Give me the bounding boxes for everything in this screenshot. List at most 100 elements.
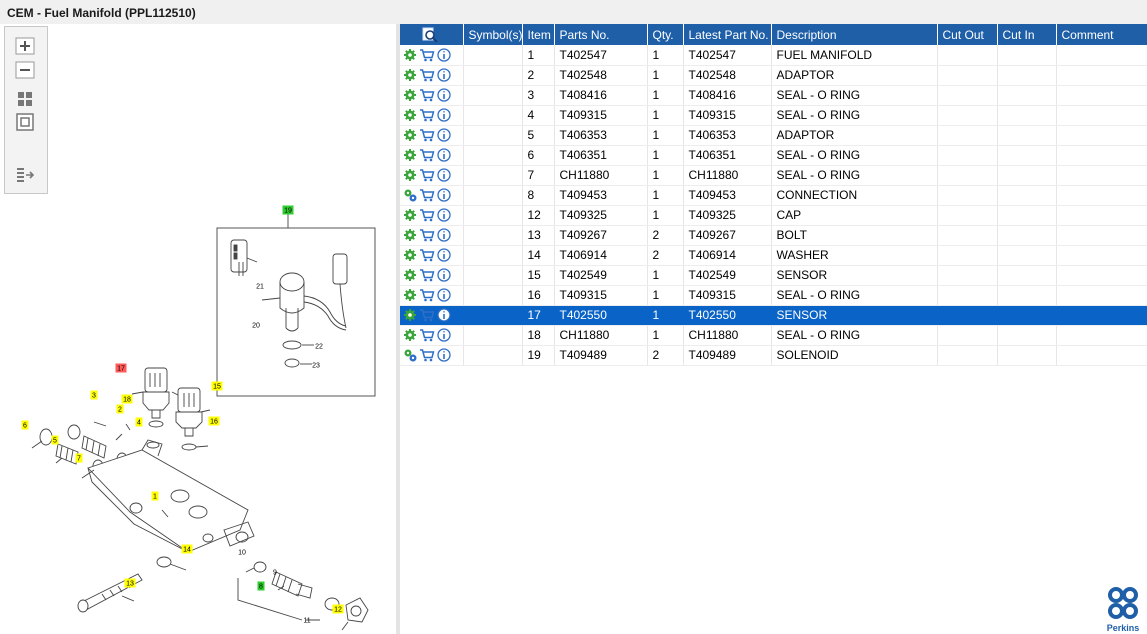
gear-icon[interactable] [403,288,417,302]
cart-icon[interactable] [419,288,435,302]
column-header-item[interactable]: Item [522,24,555,45]
table-row[interactable]: 1 T402547 1 T402547 FUEL MANIFOLD [400,45,1147,66]
table-row[interactable]: 12 T409325 1 T409325 CAP [400,205,1147,226]
table-row[interactable]: 5 T406353 1 T406353 ADAPTOR [400,125,1147,146]
info-icon[interactable] [437,188,451,203]
cart-icon[interactable] [419,128,435,142]
callout-7[interactable]: 7 [75,453,83,463]
table-row[interactable]: 13 T409267 2 T409267 BOLT [400,225,1147,246]
column-header-actions[interactable] [400,24,464,45]
cart-icon[interactable] [419,68,435,82]
info-icon[interactable] [437,68,451,83]
callout-19[interactable]: 19 [282,205,294,215]
gear-icon[interactable] [403,268,417,282]
column-header-parts-no[interactable]: Parts No. [554,24,648,45]
exploded-parts-diagram[interactable]: 19 21 20 22 23 17 15 3 182 16 4 6 5 7 1 14 10 9 13 8 11 12 [2,200,396,634]
callout-16[interactable]: 16 [208,416,220,426]
callout-9[interactable]: 9 [273,570,277,577]
callout-15[interactable]: 15 [211,381,223,391]
callout-11[interactable]: 11 [303,618,310,625]
cart-icon[interactable] [419,88,435,102]
callout-5[interactable]: 5 [51,435,59,445]
cart-icon[interactable] [419,148,435,162]
cart-icon[interactable] [419,248,435,262]
info-icon[interactable] [437,348,451,363]
gear-icon[interactable] [403,88,417,102]
cart-icon[interactable] [419,348,435,362]
zoom-in-button[interactable] [15,37,35,55]
callout-4[interactable]: 4 [135,417,143,427]
column-header-latest-part-no[interactable]: Latest Part No. [683,24,772,45]
multi-gear-icon[interactable] [403,188,417,202]
callout-8[interactable]: 8 [257,581,265,591]
callout-6[interactable]: 6 [21,420,29,430]
table-row[interactable]: 18 CH11880 1 CH11880 SEAL - O RING [400,325,1147,346]
zoom-out-button[interactable] [15,61,35,79]
callout-17[interactable]: 17 [115,363,127,373]
gear-icon[interactable] [403,208,417,222]
cart-icon[interactable] [419,188,435,202]
cart-icon[interactable] [419,108,435,122]
table-row[interactable]: 14 T406914 2 T406914 WASHER [400,245,1147,266]
callout-14[interactable]: 14 [181,544,193,554]
callout-13[interactable]: 13 [124,578,136,588]
column-header-comment[interactable]: Comment [1056,24,1147,45]
info-icon[interactable] [437,288,451,303]
gear-icon[interactable] [403,228,417,242]
cart-icon[interactable] [419,208,435,222]
gear-icon[interactable] [403,108,417,122]
multi-gear-icon[interactable] [403,348,417,362]
info-icon[interactable] [437,208,451,223]
table-row[interactable]: 15 T402549 1 T402549 SENSOR [400,265,1147,286]
gear-icon[interactable] [403,308,417,322]
gear-icon[interactable] [403,48,417,62]
cart-icon[interactable] [419,328,435,342]
cart-icon[interactable] [419,308,435,322]
magnifier-icon[interactable] [422,27,438,43]
fit-all-button[interactable] [15,90,35,108]
table-row[interactable]: 8 T409453 1 T409453 CONNECTION [400,185,1147,206]
gear-icon[interactable] [403,68,417,82]
info-icon[interactable] [437,48,451,62]
table-row[interactable]: 2 T402548 1 T402548 ADAPTOR [400,65,1147,86]
info-icon[interactable] [437,148,451,163]
table-row[interactable]: 6 T406351 1 T406351 SEAL - O RING [400,145,1147,166]
gear-icon[interactable] [403,168,417,182]
callout-12[interactable]: 12 [332,604,344,614]
column-header-cut-in[interactable]: Cut In [997,24,1057,45]
cart-icon[interactable] [419,228,435,242]
info-icon[interactable] [437,228,451,243]
cart-icon[interactable] [419,48,435,62]
gear-icon[interactable] [403,248,417,262]
column-header-description[interactable]: Description [771,24,938,45]
callout-21[interactable]: 21 [256,284,264,291]
info-icon[interactable] [437,248,451,263]
callout-10[interactable]: 10 [238,550,246,557]
callout-20[interactable]: 20 [252,323,260,330]
cart-icon[interactable] [419,268,435,282]
info-icon[interactable] [437,308,451,323]
table-row[interactable]: 3 T408416 1 T408416 SEAL - O RING [400,85,1147,106]
table-row[interactable]: 16 T409315 1 T409315 SEAL - O RING [400,285,1147,306]
gear-icon[interactable] [403,328,417,342]
callout-1[interactable]: 1 [151,491,159,501]
column-header-qty[interactable]: Qty. [647,24,684,45]
export-button[interactable] [15,166,35,184]
gear-icon[interactable] [403,148,417,162]
callout-2[interactable]: 2 [116,404,124,414]
actual-size-button[interactable] [15,113,35,131]
table-row[interactable]: 4 T409315 1 T409315 SEAL - O RING [400,105,1147,126]
column-header-symbol-s[interactable]: Symbol(s) [463,24,523,45]
gear-icon[interactable] [403,128,417,142]
table-row[interactable]: 17 T402550 1 T402550 SENSOR [400,305,1147,326]
info-icon[interactable] [437,268,451,283]
cart-icon[interactable] [419,168,435,182]
info-icon[interactable] [437,108,451,123]
column-header-cut-out[interactable]: Cut Out [937,24,998,45]
callout-18[interactable]: 18 [121,394,133,404]
info-icon[interactable] [437,328,451,343]
table-row[interactable]: 19 T409489 2 T409489 SOLENOID [400,345,1147,366]
info-icon[interactable] [437,168,451,183]
callout-22[interactable]: 22 [315,344,323,351]
info-icon[interactable] [437,128,451,143]
